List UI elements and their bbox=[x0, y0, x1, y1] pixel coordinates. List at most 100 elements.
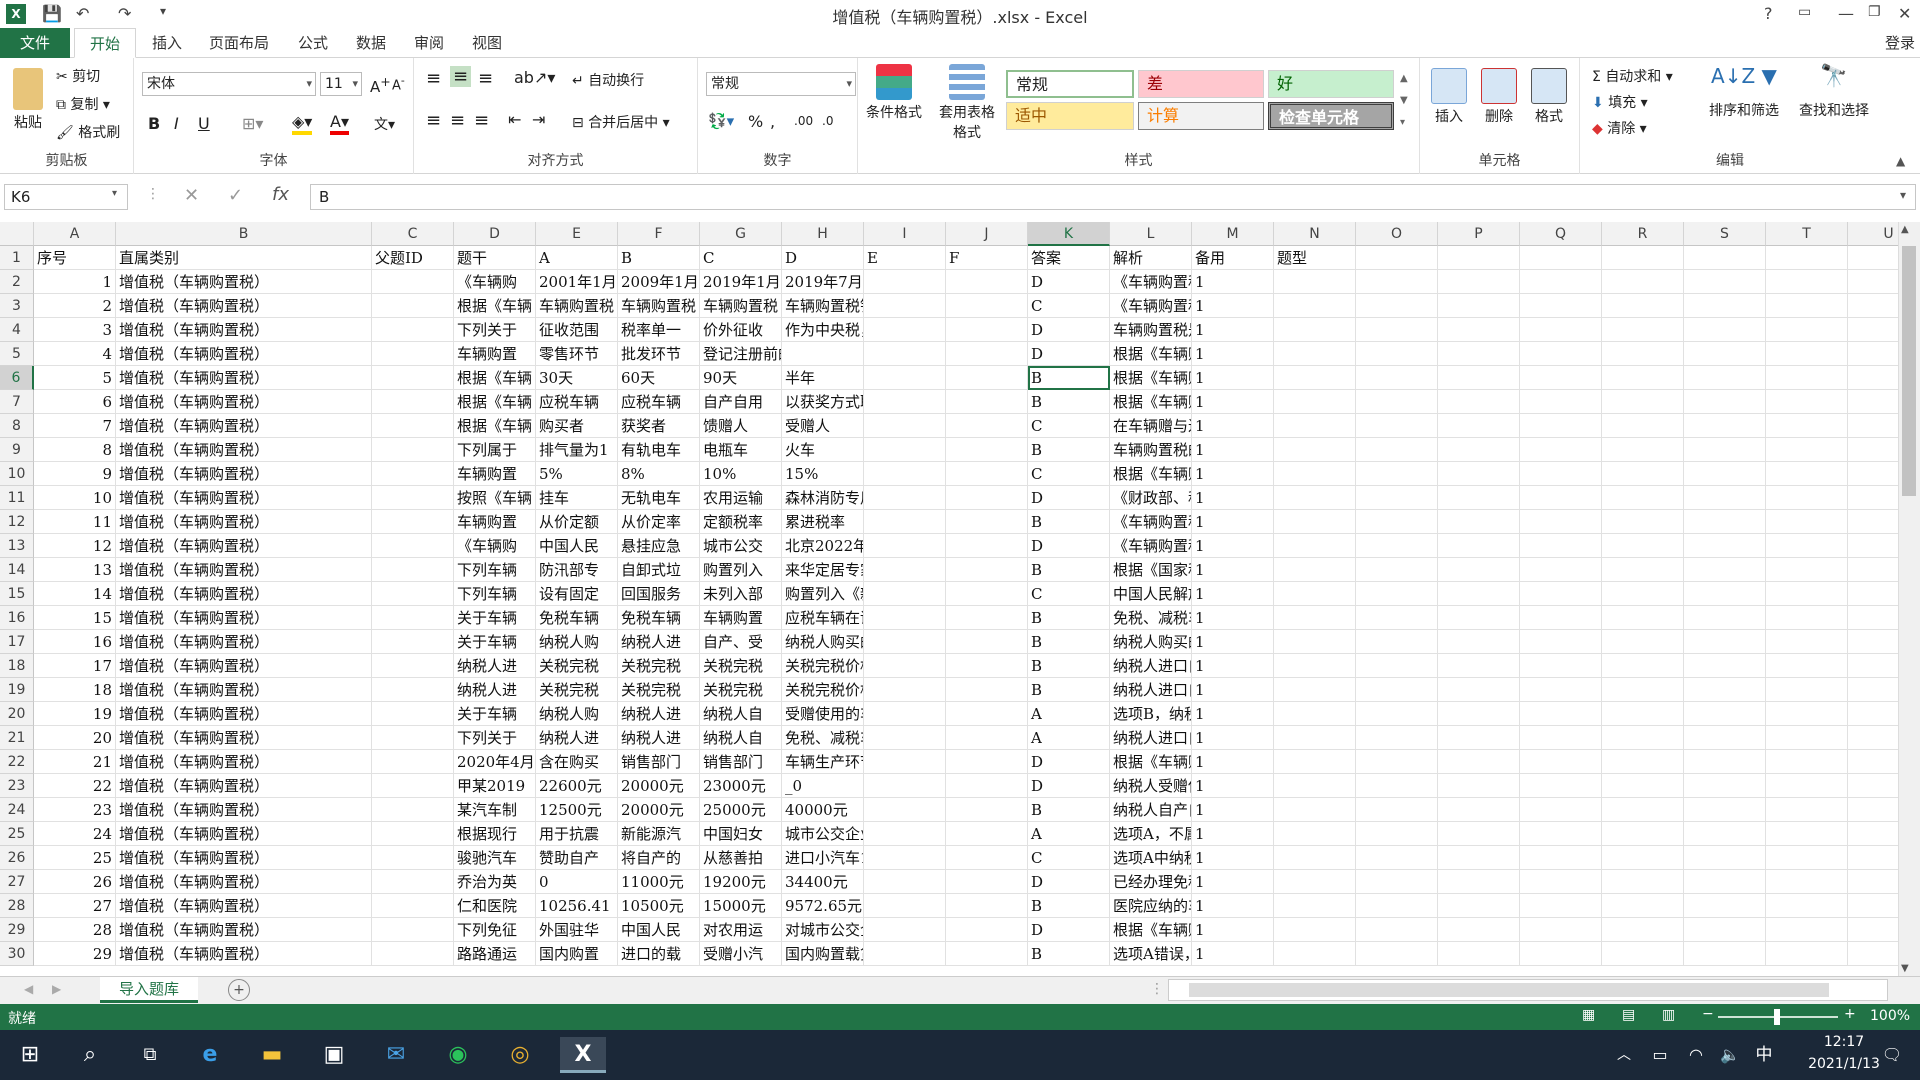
table-cell[interactable]: 受赠小汽 bbox=[700, 942, 782, 966]
table-cell[interactable] bbox=[1602, 270, 1684, 294]
table-cell[interactable] bbox=[864, 702, 946, 726]
help-button[interactable]: ? bbox=[1764, 4, 1773, 23]
table-cell[interactable]: 1 bbox=[1192, 702, 1274, 726]
table-cell[interactable] bbox=[864, 462, 946, 486]
header-cell[interactable] bbox=[1602, 246, 1684, 270]
row-header[interactable]: 6 bbox=[0, 366, 34, 390]
table-cell[interactable] bbox=[864, 318, 946, 342]
table-cell[interactable]: 23 bbox=[34, 798, 116, 822]
table-cell[interactable]: 9572.65元 bbox=[782, 894, 864, 918]
row-header[interactable]: 7 bbox=[0, 390, 34, 414]
table-cell[interactable]: 1 bbox=[1192, 270, 1274, 294]
table-cell[interactable] bbox=[1684, 702, 1766, 726]
table-cell[interactable]: 6 bbox=[34, 390, 116, 414]
edge-browser-icon[interactable]: e bbox=[190, 1037, 230, 1073]
table-cell[interactable] bbox=[1684, 510, 1766, 534]
row-header[interactable]: 29 bbox=[0, 918, 34, 942]
table-cell[interactable] bbox=[1356, 798, 1438, 822]
table-cell[interactable] bbox=[1274, 534, 1356, 558]
table-cell[interactable]: 1 bbox=[1192, 630, 1274, 654]
table-cell[interactable] bbox=[1274, 270, 1356, 294]
style-calculation[interactable]: 计算 bbox=[1138, 102, 1264, 130]
table-cell[interactable]: 下列车辆 bbox=[454, 582, 536, 606]
table-cell[interactable] bbox=[946, 798, 1028, 822]
table-cell[interactable]: 销售部门 bbox=[618, 750, 700, 774]
row-header[interactable]: 13 bbox=[0, 534, 34, 558]
table-cell[interactable] bbox=[1848, 798, 1898, 822]
table-cell[interactable]: 增值税（车辆购置税） bbox=[116, 606, 372, 630]
table-cell[interactable] bbox=[864, 846, 946, 870]
table-cell[interactable]: 挂车 bbox=[536, 486, 618, 510]
table-cell[interactable] bbox=[1684, 582, 1766, 606]
table-cell[interactable] bbox=[1520, 918, 1602, 942]
table-cell[interactable] bbox=[1274, 294, 1356, 318]
table-cell[interactable] bbox=[1520, 726, 1602, 750]
table-cell[interactable]: B bbox=[1028, 558, 1110, 582]
find-select-button[interactable]: 🔭 查找和选择 bbox=[1792, 64, 1876, 120]
table-cell[interactable]: 纳税人购 bbox=[536, 702, 618, 726]
table-cell[interactable] bbox=[1848, 342, 1898, 366]
table-cell[interactable]: 国内购置载货汽车的计税依据 bbox=[782, 942, 864, 966]
table-cell[interactable]: 含在购买 bbox=[536, 750, 618, 774]
table-cell[interactable] bbox=[864, 366, 946, 390]
table-cell[interactable]: 来华定居专家进口自用小汽车 bbox=[782, 558, 864, 582]
table-cell[interactable]: 购买者 bbox=[536, 414, 618, 438]
mail-icon[interactable]: ✉ bbox=[376, 1037, 416, 1073]
show-hidden-icons[interactable]: ︿ bbox=[1604, 1037, 1644, 1073]
table-cell[interactable]: 电瓶车 bbox=[700, 438, 782, 462]
table-cell[interactable] bbox=[864, 798, 946, 822]
table-cell[interactable] bbox=[1438, 438, 1520, 462]
table-cell[interactable] bbox=[1356, 774, 1438, 798]
fill-color-icon[interactable]: ◈▾ bbox=[292, 112, 313, 135]
table-cell[interactable]: 有轨电车 bbox=[618, 438, 700, 462]
table-cell[interactable] bbox=[1848, 294, 1898, 318]
table-cell[interactable] bbox=[1684, 654, 1766, 678]
header-cell[interactable] bbox=[1356, 246, 1438, 270]
table-cell[interactable] bbox=[1848, 654, 1898, 678]
table-cell[interactable] bbox=[1438, 318, 1520, 342]
table-cell[interactable] bbox=[1684, 342, 1766, 366]
table-cell[interactable] bbox=[1356, 534, 1438, 558]
table-cell[interactable] bbox=[864, 486, 946, 510]
table-cell[interactable] bbox=[1520, 318, 1602, 342]
table-cell[interactable]: 纳税人进 bbox=[618, 702, 700, 726]
table-cell[interactable]: D bbox=[1028, 486, 1110, 510]
table-cell[interactable] bbox=[1602, 414, 1684, 438]
insert-cells-button[interactable]: 插入 bbox=[1426, 68, 1472, 126]
table-cell[interactable] bbox=[1848, 894, 1898, 918]
table-cell[interactable] bbox=[864, 750, 946, 774]
table-cell[interactable] bbox=[1274, 318, 1356, 342]
wrap-text-button[interactable]: ↵ 自动换行 bbox=[572, 70, 644, 90]
table-cell[interactable] bbox=[1520, 294, 1602, 318]
name-box[interactable]: K6 bbox=[4, 184, 128, 210]
table-cell[interactable]: 关税完税 bbox=[618, 654, 700, 678]
table-cell[interactable] bbox=[1684, 894, 1766, 918]
table-cell[interactable]: 28 bbox=[34, 918, 116, 942]
table-cell[interactable] bbox=[1274, 558, 1356, 582]
table-cell[interactable] bbox=[1520, 606, 1602, 630]
table-cell[interactable] bbox=[1438, 702, 1520, 726]
table-cell[interactable] bbox=[864, 606, 946, 630]
table-cell[interactable] bbox=[1356, 726, 1438, 750]
table-cell[interactable]: 根据《车辆购置税法 bbox=[1110, 462, 1192, 486]
table-cell[interactable]: 中国人民解放军和中 bbox=[1110, 582, 1192, 606]
header-cell[interactable]: D bbox=[782, 246, 864, 270]
table-cell[interactable] bbox=[1766, 558, 1848, 582]
table-cell[interactable]: 纳税人自产自用应税 bbox=[1110, 798, 1192, 822]
table-cell[interactable] bbox=[864, 294, 946, 318]
table-cell[interactable]: 增值税（车辆购置税） bbox=[116, 654, 372, 678]
table-cell[interactable]: 纳税人进 bbox=[618, 726, 700, 750]
table-cell[interactable]: 城市公交企业购置的公共汽电车 bbox=[782, 822, 864, 846]
scroll-down-icon[interactable]: ▼ bbox=[1901, 963, 1909, 974]
table-cell[interactable]: 下列关于 bbox=[454, 318, 536, 342]
table-cell[interactable]: 以获奖方式取得并自用应税车辆 bbox=[782, 390, 864, 414]
table-cell[interactable]: 纳税人进口自用应税 bbox=[1110, 678, 1192, 702]
row-header[interactable]: 1 bbox=[0, 246, 34, 270]
table-cell[interactable]: 增值税（车辆购置税） bbox=[116, 462, 372, 486]
table-cell[interactable] bbox=[1848, 534, 1898, 558]
table-cell[interactable]: 征收范围 bbox=[536, 318, 618, 342]
table-cell[interactable]: 免税车辆 bbox=[618, 606, 700, 630]
decrease-decimal-icon[interactable]: .0 bbox=[822, 114, 833, 128]
table-cell[interactable] bbox=[1520, 342, 1602, 366]
table-cell[interactable]: 16 bbox=[34, 630, 116, 654]
